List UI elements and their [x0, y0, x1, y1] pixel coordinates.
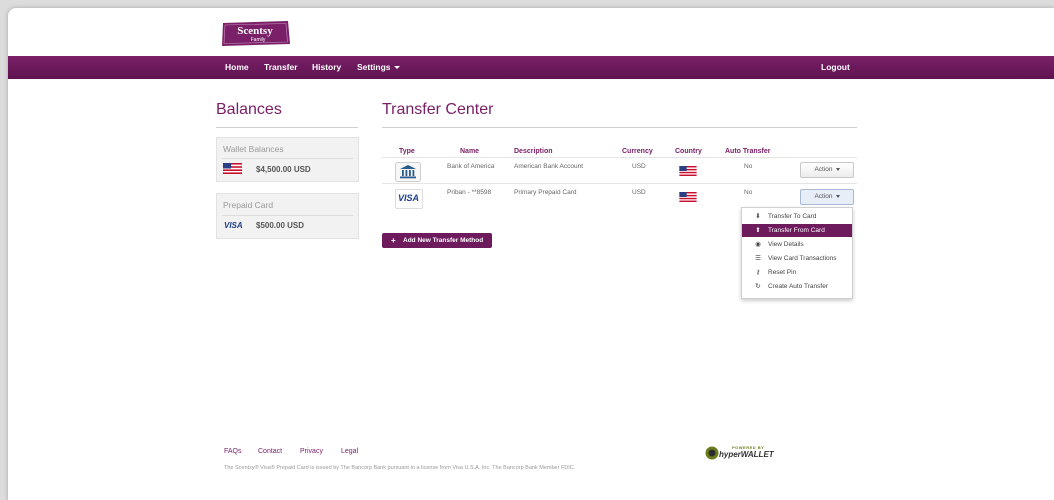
menu-item-label: Transfer To Card — [768, 213, 817, 220]
column-header-country: Country — [675, 148, 702, 155]
menu-item-reset-pin[interactable]: ⚷ Reset Pin — [742, 266, 852, 279]
transfer-center-title: Transfer Center — [382, 101, 494, 118]
us-flag-icon — [679, 166, 697, 176]
refresh-icon: ↻ — [755, 283, 761, 290]
upload-icon: ⬆ — [755, 227, 761, 234]
divider — [222, 158, 353, 159]
footer-link-legal[interactable]: Legal — [341, 448, 358, 455]
menu-item-view-details[interactable]: ◉ View Details — [742, 238, 852, 251]
prepaid-balance-amount: $500.00 USD — [256, 221, 305, 230]
scentsy-logo[interactable]: Scentsy Family — [220, 20, 291, 47]
row-auto-transfer: No — [744, 163, 753, 170]
visa-text: VISA — [398, 193, 420, 203]
column-header-type: Type — [399, 148, 415, 155]
divider — [216, 127, 358, 128]
logout-link[interactable]: Logout — [821, 56, 850, 79]
download-icon: ⬇ — [755, 213, 761, 220]
column-header-currency: Currency — [622, 148, 653, 155]
divider — [382, 127, 857, 128]
row-name: Priban - **8598 — [447, 189, 492, 196]
column-header-description: Description — [514, 148, 553, 155]
hyperwallet-text: hyperWALLET — [719, 450, 774, 459]
nav-home[interactable]: Home — [225, 56, 249, 79]
list-icon: ☰ — [755, 255, 761, 262]
row-currency: USD — [632, 189, 646, 196]
add-transfer-method-label: Add New Transfer Method — [403, 237, 484, 244]
nav-settings-label: Settings — [357, 62, 391, 72]
action-button-label: Action — [814, 193, 833, 200]
nav-history[interactable]: History — [312, 56, 341, 79]
menu-item-label: Transfer From Card — [768, 227, 825, 234]
us-flag-icon — [223, 163, 242, 174]
menu-item-transfer-to-card[interactable]: ⬇ Transfer To Card — [742, 210, 852, 223]
caret-down-icon — [835, 167, 840, 171]
action-button[interactable]: Action — [800, 162, 854, 178]
plus-icon: + — [391, 236, 396, 245]
footer-link-privacy[interactable]: Privacy — [300, 448, 323, 455]
hyperwallet-logo: POWERED BY hyperWALLET — [705, 445, 775, 463]
bank-icon — [395, 162, 421, 182]
wallet-balance-panel: Wallet Balances $4,500.00 USD — [216, 137, 359, 182]
menu-item-view-card-transactions[interactable]: ☰ View Card Transactions — [742, 252, 852, 265]
prepaid-card-title: Prepaid Card — [223, 200, 274, 210]
eye-icon: ◉ — [755, 241, 761, 248]
menu-item-label: Reset Pin — [768, 269, 797, 276]
nav-settings[interactable]: Settings — [357, 56, 400, 79]
main-navbar: Home Transfer History Settings Logout — [8, 56, 1054, 79]
logo-text: Scentsy — [237, 25, 273, 37]
row-currency: USD — [632, 163, 646, 170]
key-icon: ⚷ — [755, 269, 761, 276]
footer-disclaimer: The Scentsy® Visa® Prepaid Card is issue… — [224, 465, 576, 471]
row-name: Bank of America — [447, 163, 495, 170]
logo-subtext: Family — [251, 37, 266, 43]
column-header-auto-transfer: Auto Transfer — [725, 148, 771, 155]
menu-item-create-auto-transfer[interactable]: ↻ Create Auto Transfer — [742, 280, 852, 293]
caret-down-icon — [835, 194, 840, 198]
action-button-label: Action — [814, 166, 833, 173]
menu-item-label: View Card Transactions — [768, 255, 837, 262]
divider — [222, 215, 353, 216]
hyperwallet-emblem-icon — [705, 446, 719, 460]
action-dropdown-menu: ⬇ Transfer To Card ⬆ Transfer From Card … — [741, 207, 853, 299]
footer-link-contact[interactable]: Contact — [258, 448, 282, 455]
nav-transfer[interactable]: Transfer — [264, 56, 298, 79]
us-flag-icon — [679, 192, 697, 202]
add-transfer-method-button[interactable]: + Add New Transfer Method — [382, 233, 492, 248]
visa-icon: VISA — [224, 221, 243, 230]
column-header-name: Name — [460, 148, 480, 155]
menu-item-transfer-from-card[interactable]: ⬆ Transfer From Card — [742, 224, 852, 237]
wallet-balances-title: Wallet Balances — [223, 144, 284, 154]
row-description: American Bank Account — [514, 163, 584, 170]
row-description: Primary Prepaid Card — [514, 189, 577, 196]
row-auto-transfer: No — [744, 189, 753, 196]
menu-item-label: Create Auto Transfer — [768, 283, 828, 290]
caret-down-icon — [393, 66, 400, 70]
action-button[interactable]: Action — [800, 189, 854, 205]
menu-item-label: View Details — [768, 241, 804, 248]
prepaid-card-panel: Prepaid Card VISA $500.00 USD — [216, 193, 359, 239]
footer-link-faqs[interactable]: FAQs — [224, 448, 242, 455]
visa-icon: VISA — [395, 189, 423, 209]
app-window: Scentsy Family Home Transfer History Set… — [8, 8, 1054, 500]
wallet-balance-amount: $4,500.00 USD — [256, 165, 311, 174]
balances-title: Balances — [216, 101, 282, 118]
divider — [382, 157, 857, 158]
divider — [382, 183, 857, 184]
